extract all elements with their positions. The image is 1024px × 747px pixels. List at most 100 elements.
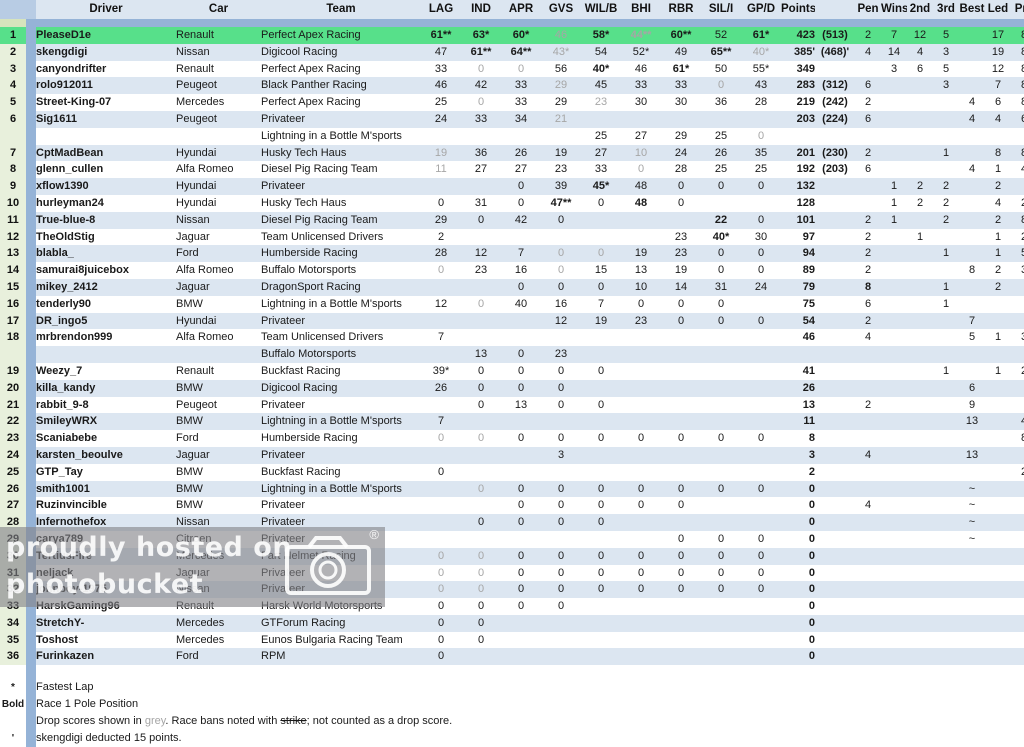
header-3rd[interactable]: 3rd bbox=[933, 0, 959, 19]
drop-adjusted-points bbox=[815, 262, 855, 279]
table-row[interactable]: 13 blabla_ Ford Humberside Racing 28 12 7 0 0 19 2… bbox=[0, 245, 1024, 263]
table-row[interactable]: 18 mrbrendon999 Alfa Romeo Team Unlicensed … bbox=[0, 329, 1024, 347]
table-row[interactable]: 16 tenderly90 BMW Lightning in a Bottle M's… bbox=[0, 295, 1024, 313]
table-row[interactable]: 8 glenn_cullen Alfa Romeo Diesel Pig Racing… bbox=[0, 161, 1024, 179]
header-sili[interactable]: SIL/I bbox=[701, 0, 741, 19]
row-gutter bbox=[26, 614, 36, 632]
header-driver[interactable]: Driver bbox=[36, 0, 176, 19]
round-score-apr bbox=[501, 463, 541, 481]
stat-pen bbox=[855, 413, 881, 431]
drop-adjusted-points bbox=[815, 60, 855, 78]
round-score-ind: 33 bbox=[461, 110, 501, 128]
table-row[interactable]: 5 Street-King-07 Mercedes Perfect Apex Raci… bbox=[0, 94, 1024, 111]
table-row[interactable]: 35 Toshost Mercedes Eunos Bulgaria Racing T… bbox=[0, 631, 1024, 649]
header-car[interactable]: Car bbox=[176, 0, 261, 19]
header-led[interactable]: Led bbox=[985, 0, 1011, 19]
table-row[interactable]: 31 neljack Jaguar Privateer 0 0 0 0 0 0 0 0 0 0 bbox=[0, 564, 1024, 582]
round-score-bhi bbox=[621, 463, 661, 481]
row-gutter bbox=[26, 547, 36, 565]
header-ind[interactable]: IND bbox=[461, 0, 501, 19]
header-lag[interactable]: LAG bbox=[421, 0, 461, 19]
table-row[interactable]: 19 Weezy_7 Renault Buckfast Racing 39* 0 0 0 0 41… bbox=[0, 362, 1024, 380]
table-row[interactable]: 11 True-blue-8 Nissan Diesel Pig Racing Tea… bbox=[0, 211, 1024, 229]
total-points bbox=[781, 127, 815, 145]
round-score-gvs: 0 bbox=[541, 581, 581, 599]
table-row[interactable]: 33 HarskGaming96 Renault Harsk World Motors… bbox=[0, 598, 1024, 615]
row-position: 10 bbox=[0, 194, 26, 212]
table-row[interactable]: 9 xflow1390 Hyundai Privateer 0 39 45* 48 0 0 0 132… bbox=[0, 178, 1024, 195]
table-row[interactable]: 14 samurai8juicebox Alfa Romeo Buffalo Moto… bbox=[0, 262, 1024, 279]
round-score-bhi: 10 bbox=[621, 144, 661, 162]
table-row[interactable]: Lightning in a Bottle M'sports 25 27 29 25 0 bbox=[0, 127, 1024, 145]
table-row[interactable]: 27 Ruzinvincible BMW Privateer 0 0 0 0 0 0 4 ~ bbox=[0, 497, 1024, 515]
round-score-wilb bbox=[581, 614, 621, 632]
table-row[interactable]: 24 karsten_beoulve Jaguar Privateer 3 3 4 13 bbox=[0, 446, 1024, 464]
team-name: Team Unlicensed Drivers bbox=[261, 329, 421, 347]
team-name: Perfect Apex Racing bbox=[261, 27, 421, 44]
row-position: 13 bbox=[0, 245, 26, 263]
round-score-ind: 42 bbox=[461, 77, 501, 95]
header-best[interactable]: Best bbox=[959, 0, 985, 19]
row-gutter bbox=[26, 262, 36, 279]
table-row[interactable]: 29 carya789 Citroen Privateer 0 0 0 0 ~ bbox=[0, 530, 1024, 548]
table-row[interactable]: 20 killa_kandy BMW Digicool Racing 26 0 0 0 26 6 bbox=[0, 379, 1024, 397]
table-row[interactable]: 30 TertiusFire Mercedes Fart Helmet Racing 0… bbox=[0, 547, 1024, 565]
table-row[interactable]: 22 SmileyWRX BMW Lightning in a Bottle M'sp… bbox=[0, 413, 1024, 431]
total-points: 0 bbox=[781, 530, 815, 548]
round-score-lag: 0 bbox=[421, 463, 461, 481]
total-points: 0 bbox=[781, 480, 815, 498]
round-score-bhi bbox=[621, 598, 661, 615]
table-row[interactable]: 25 GTP_TayBMWBuckfast Racing0 2 2 bbox=[0, 463, 1024, 481]
drop-adjusted-points bbox=[815, 480, 855, 498]
header-points[interactable]: Points bbox=[781, 0, 815, 19]
round-score-ind bbox=[461, 329, 501, 347]
stat-second bbox=[907, 211, 933, 229]
stat-pen bbox=[855, 346, 881, 363]
header-wins[interactable]: Wins bbox=[881, 0, 907, 19]
row-gutter bbox=[26, 295, 36, 313]
drop-adjusted-points bbox=[815, 514, 855, 531]
team-name: Lightning in a Bottle M'sports bbox=[261, 413, 421, 431]
table-row[interactable]: 28 Infernothefox Nissan Privateer 0 0 0 0 0 ~ bbox=[0, 514, 1024, 531]
table-row[interactable]: 36 Furinkazen Ford RPM 0 0 bbox=[0, 648, 1024, 666]
header-wilb[interactable]: WIL/B bbox=[581, 0, 621, 19]
table-row[interactable]: 7 CptMadBean Hyundai Husky Tech Haus 19 36 26 1… bbox=[0, 144, 1024, 162]
table-row[interactable]: 21 rabbit_9-8 Peugeot Privateer 0 13 0 0 13 2 9 bbox=[0, 396, 1024, 414]
table-row[interactable]: 2 skengdigi Nissan Digicool Racing 47 61** 64*… bbox=[0, 43, 1024, 61]
table-row[interactable]: 26 smith1001 BMW Lightning in a Bottle M'sp… bbox=[0, 480, 1024, 498]
header-pen[interactable]: Pen bbox=[855, 0, 881, 19]
drop-adjusted-points bbox=[815, 598, 855, 615]
table-row[interactable]: 23 Scaniabebe Ford Humberside Racing 0 0 0 0 0 0 0… bbox=[0, 430, 1024, 447]
team-name: Husky Tech Haus bbox=[261, 194, 421, 212]
table-row[interactable]: 32 johnboy-1975 Nissan Privateer 0 0 0 0 0 0 0 0 0 0 bbox=[0, 581, 1024, 599]
header-bhi[interactable]: BHI bbox=[621, 0, 661, 19]
header-gpd[interactable]: GP/D bbox=[741, 0, 781, 19]
round-score-gvs: 39 bbox=[541, 178, 581, 195]
table-row[interactable]: 3 canyondrifter Renault Perfect Apex Racing… bbox=[0, 60, 1024, 78]
round-score-gvs: 23 bbox=[541, 161, 581, 179]
car-make: Alfa Romeo bbox=[176, 262, 261, 279]
round-score-gvs: 23 bbox=[541, 346, 581, 363]
table-row[interactable]: 34 StretchY- Mercedes GTForum Racing 0 0 0 bbox=[0, 614, 1024, 632]
table-row[interactable]: 1 PleaseD1e Renault Perfect Apex Racing 61**… bbox=[0, 27, 1024, 44]
table-row[interactable]: 17 DR_ingo5 Hyundai Privateer 12 19 23 0 0 0 54 2 7 bbox=[0, 312, 1024, 330]
header-rbr[interactable]: RBR bbox=[661, 0, 701, 19]
table-row[interactable]: 4 rolo912011 Peugeot Black Panther Racing 46… bbox=[0, 77, 1024, 95]
table-row[interactable]: 12 TheOldStig Jaguar Team Unlicensed Driver… bbox=[0, 228, 1024, 246]
table-row[interactable]: Buffalo Motorsports 13 0 23 bbox=[0, 346, 1024, 363]
stat-best: 5 bbox=[959, 329, 985, 347]
header-pre[interactable]: Pre bbox=[1011, 0, 1024, 19]
car-make: Jaguar bbox=[176, 278, 261, 296]
header-gvs[interactable]: GVS bbox=[541, 0, 581, 19]
car-make: Hyundai bbox=[176, 178, 261, 195]
header-2nd[interactable]: 2nd bbox=[907, 0, 933, 19]
table-row[interactable]: 15 mikey_2412 Jaguar DragonSport Racing 0 0 0 1… bbox=[0, 278, 1024, 296]
round-score-bhi bbox=[621, 446, 661, 464]
header-team[interactable]: Team bbox=[261, 0, 421, 19]
round-score-bhi: 10 bbox=[621, 278, 661, 296]
table-row[interactable]: 10 hurleyman24 Hyundai Husky Tech Haus 0 31 0 4… bbox=[0, 194, 1024, 212]
header-apr[interactable]: APR bbox=[501, 0, 541, 19]
table-row[interactable]: 6 Sig1611 Peugeot Privateer 24 33 34 21 203 (224)… bbox=[0, 110, 1024, 128]
round-score-wilb bbox=[581, 413, 621, 431]
round-score-gpd bbox=[741, 396, 781, 414]
